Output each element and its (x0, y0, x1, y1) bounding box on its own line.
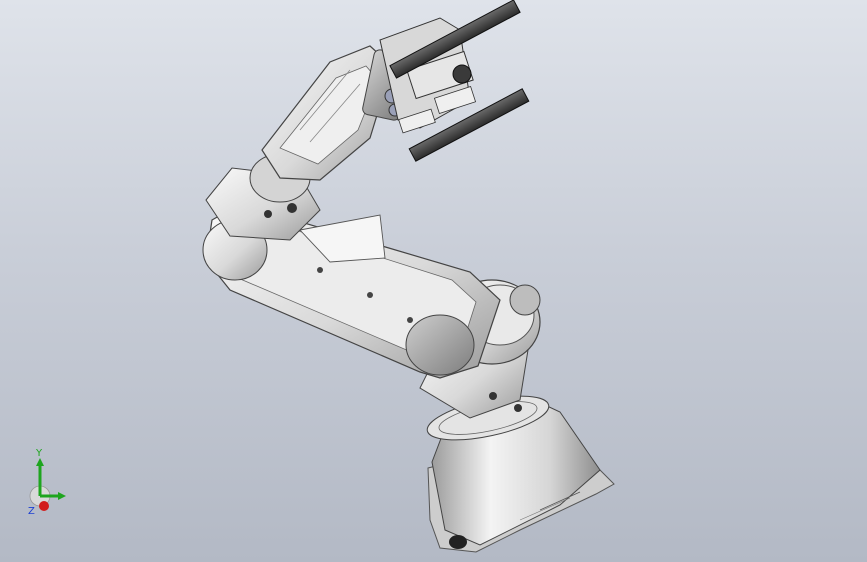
z-axis-label: Z (28, 506, 35, 517)
robot-arm-model[interactable] (0, 0, 867, 562)
x-axis-arrowhead (58, 492, 66, 500)
robot-base[interactable] (424, 388, 615, 553)
axis-triad[interactable]: Y Z (22, 446, 72, 518)
y-axis-label: Y (35, 448, 43, 459)
gripper[interactable] (379, 0, 530, 162)
z-axis-dot (39, 501, 49, 511)
graphics-viewport[interactable]: Y Z (0, 0, 867, 562)
y-axis-arrowhead (36, 458, 44, 466)
